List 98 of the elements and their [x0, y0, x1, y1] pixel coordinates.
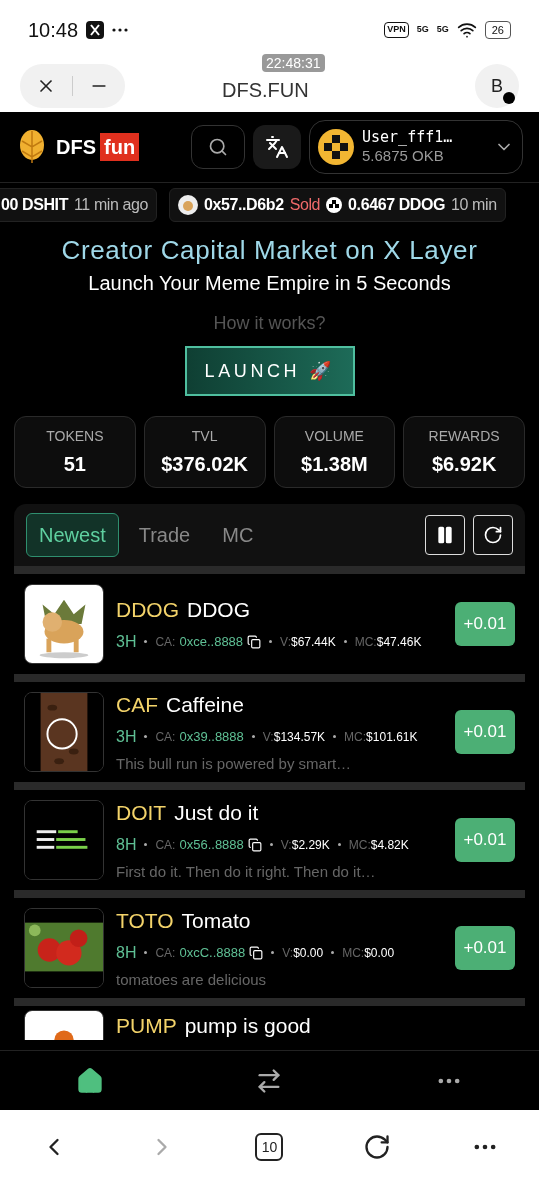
battery-indicator: 26	[484, 20, 511, 40]
volume-value: $134.57K	[273, 728, 326, 746]
stat-label: REWARDS	[428, 427, 500, 446]
wallet-button[interactable]: User_fff1… 5.6875 OKB	[309, 120, 523, 174]
pause-button[interactable]	[425, 515, 465, 555]
volume-label: V:	[280, 633, 291, 651]
stat-value: $1.38M	[301, 452, 368, 477]
buy-button[interactable]: +0.01	[455, 710, 515, 754]
user-balance: 5.6875 OKB	[362, 147, 445, 166]
mc-value: $0.00	[364, 944, 395, 962]
filter-tab[interactable]: MC	[210, 513, 266, 557]
stat-label: VOLUME	[304, 427, 364, 446]
contract-address: 0x56..8888	[179, 835, 244, 854]
token-age: 3H	[116, 631, 137, 652]
refresh-button[interactable]	[473, 515, 513, 555]
mc-label: MC:	[348, 836, 371, 854]
token-age: 8H	[116, 942, 137, 963]
buy-button[interactable]: +0.01	[455, 926, 515, 970]
stat-label: TOKENS	[46, 427, 104, 446]
trade-address: 00 DSHIT	[1, 194, 69, 215]
token-symbol: DOIT	[116, 800, 167, 826]
token-description: tomatoes are delicious	[116, 969, 268, 990]
filter-tab[interactable]: Trade	[126, 513, 203, 557]
token-symbol: CAF	[116, 692, 158, 718]
stat-value: $376.02K	[161, 452, 248, 477]
trade-action: Sold	[289, 194, 321, 215]
mc-label: MC:	[354, 633, 377, 651]
ca-label: CA:	[155, 728, 176, 746]
volume-label: V:	[282, 944, 294, 962]
token-age: 3H	[116, 726, 137, 747]
logo-badge: fun	[100, 133, 140, 161]
token-name: Just do it	[174, 800, 259, 826]
language-button[interactable]	[253, 125, 301, 169]
contract-address: 0x39..8888	[179, 727, 244, 746]
stat-value: $6.92K	[431, 452, 497, 477]
stat-value: 51	[63, 452, 86, 477]
mc-label: MC:	[344, 728, 367, 746]
token-name: Tomato	[181, 908, 251, 934]
token-symbol: DDOG	[116, 597, 179, 624]
volume-label: V:	[280, 836, 292, 854]
copy-icon[interactable]	[247, 837, 262, 852]
launch-button[interactable]: LAUNCH 🚀	[184, 346, 355, 396]
translate-icon	[265, 135, 289, 159]
copy-icon[interactable]	[249, 945, 264, 960]
wifi-icon	[456, 20, 477, 40]
trade-amount: 0.6467 DDOG	[348, 194, 446, 215]
token-age: 8H	[116, 834, 137, 855]
how-it-works-link[interactable]: How it works?	[213, 311, 326, 334]
contract-address: 0xce..8888	[179, 633, 244, 651]
logo-text: DFS	[56, 135, 96, 160]
volume-label: V:	[262, 728, 274, 746]
buy-button[interactable]: +0.01	[455, 602, 515, 646]
trade-time: 11 min ago	[74, 194, 149, 215]
ca-label: CA:	[155, 633, 176, 651]
status-time: 10:48	[28, 18, 79, 43]
filter-tab[interactable]: Newest	[26, 513, 119, 557]
volume-value: $0.00	[293, 944, 324, 962]
volume-value: $67.44K	[291, 633, 336, 651]
hero-subtitle: Launch Your Meme Empire in 5 Seconds	[88, 270, 451, 296]
user-name: User_fff1…	[362, 128, 454, 147]
search-button[interactable]	[191, 125, 245, 169]
vpn-badge: VPN	[384, 22, 409, 38]
volume-value: $2.29K	[291, 836, 330, 854]
token-name: pump is good	[184, 1013, 311, 1039]
network-label: 5G	[416, 23, 429, 37]
token-symbol: PUMP	[116, 1013, 177, 1039]
buy-button[interactable]: +0.01	[455, 818, 515, 862]
mc-label: MC:	[342, 944, 365, 962]
ca-label: CA:	[155, 944, 176, 962]
mc-value: $4.82K	[370, 836, 409, 854]
token-name: Caffeine	[166, 692, 244, 718]
mc-value: $101.61K	[366, 728, 418, 746]
token-description: First do it. Then do it right. Then do it…	[116, 861, 377, 882]
page-title: DFS.FUN	[222, 80, 309, 100]
trade-time: 10 min	[451, 194, 497, 215]
token-icon	[326, 196, 343, 213]
x-app-icon	[86, 21, 105, 39]
tabs-count-button[interactable]: 10	[255, 1133, 284, 1161]
time-overlay: 22:48:31	[262, 54, 325, 72]
ca-label: CA:	[155, 836, 176, 854]
token-description: This bull run is powered by smart…	[116, 753, 353, 774]
home-icon[interactable]	[75, 1066, 104, 1095]
mc-value: $47.46K	[376, 633, 422, 651]
network-label: 5G	[436, 23, 449, 37]
avatar[interactable]: B	[475, 64, 519, 108]
hero-title: Creator Capital Market on X Layer	[61, 234, 478, 267]
copy-icon[interactable]	[247, 634, 262, 649]
search-icon	[208, 137, 228, 157]
reload-icon[interactable]	[363, 1133, 392, 1161]
trade-address: 0x57..D6b2	[204, 194, 284, 215]
stat-label: TVL	[191, 427, 218, 446]
checker-avatar-icon	[318, 129, 354, 165]
contract-address: 0xcC..8888	[179, 943, 246, 962]
pause-icon	[435, 525, 455, 545]
more-icon	[112, 28, 129, 32]
refresh-icon	[483, 525, 503, 545]
token-symbol: TOTO	[116, 908, 174, 934]
token-name: DDOG	[187, 597, 250, 624]
